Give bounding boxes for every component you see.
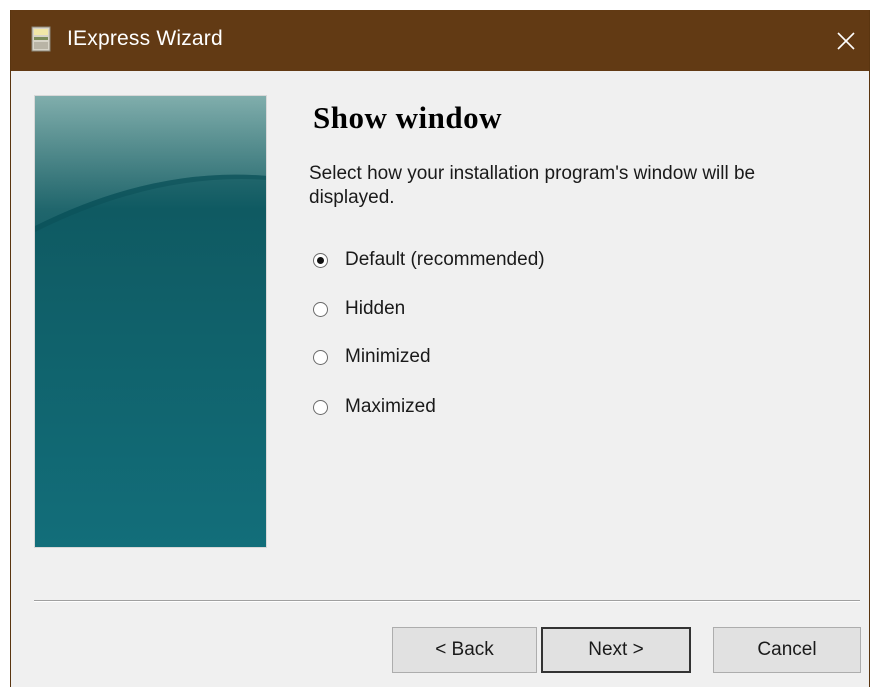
iexpress-app-icon — [31, 26, 51, 52]
title-bar: IExpress Wizard — [11, 10, 869, 71]
option-label: Hidden — [345, 298, 406, 319]
option-default[interactable]: Default (recommended) — [313, 247, 545, 273]
option-minimized[interactable]: Minimized — [313, 344, 431, 370]
back-button[interactable]: < Back — [392, 627, 537, 673]
wizard-banner-image — [34, 95, 267, 548]
radio-button[interactable] — [313, 349, 328, 365]
radio-button[interactable] — [313, 301, 328, 317]
wizard-window: IExpress Wizard Show window Select how y… — [10, 10, 870, 687]
next-button[interactable]: Next > — [541, 627, 691, 673]
radio-button[interactable] — [313, 252, 328, 268]
radio-selected-dot — [317, 256, 324, 264]
option-maximized[interactable]: Maximized — [313, 394, 436, 420]
window-title: IExpress Wizard — [67, 27, 223, 50]
option-hidden[interactable]: Hidden — [313, 296, 405, 322]
page-title: Show window — [313, 100, 502, 135]
footer-separator — [34, 600, 860, 602]
close-icon — [837, 31, 855, 50]
close-button[interactable] — [823, 10, 869, 71]
page-description: Select how your installation program's w… — [309, 163, 756, 208]
option-label: Default (recommended) — [345, 249, 545, 270]
cancel-button[interactable]: Cancel — [713, 627, 861, 673]
option-label: Maximized — [345, 396, 436, 417]
option-label: Minimized — [345, 346, 431, 367]
radio-button[interactable] — [313, 399, 328, 415]
